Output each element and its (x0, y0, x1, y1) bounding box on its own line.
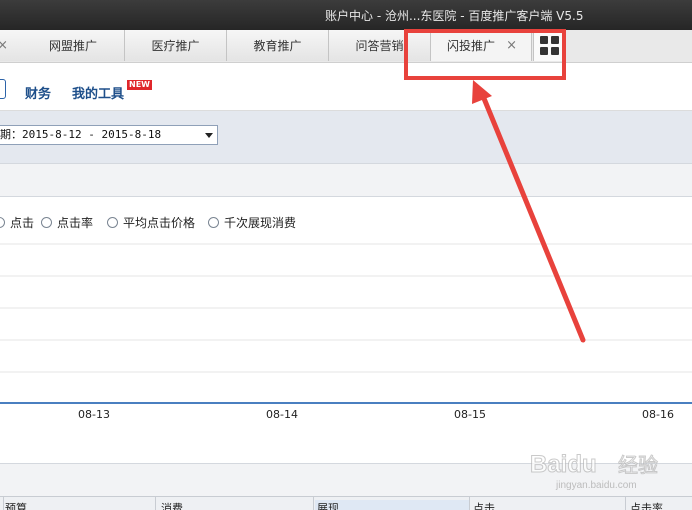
annotation-arrow (472, 80, 586, 343)
